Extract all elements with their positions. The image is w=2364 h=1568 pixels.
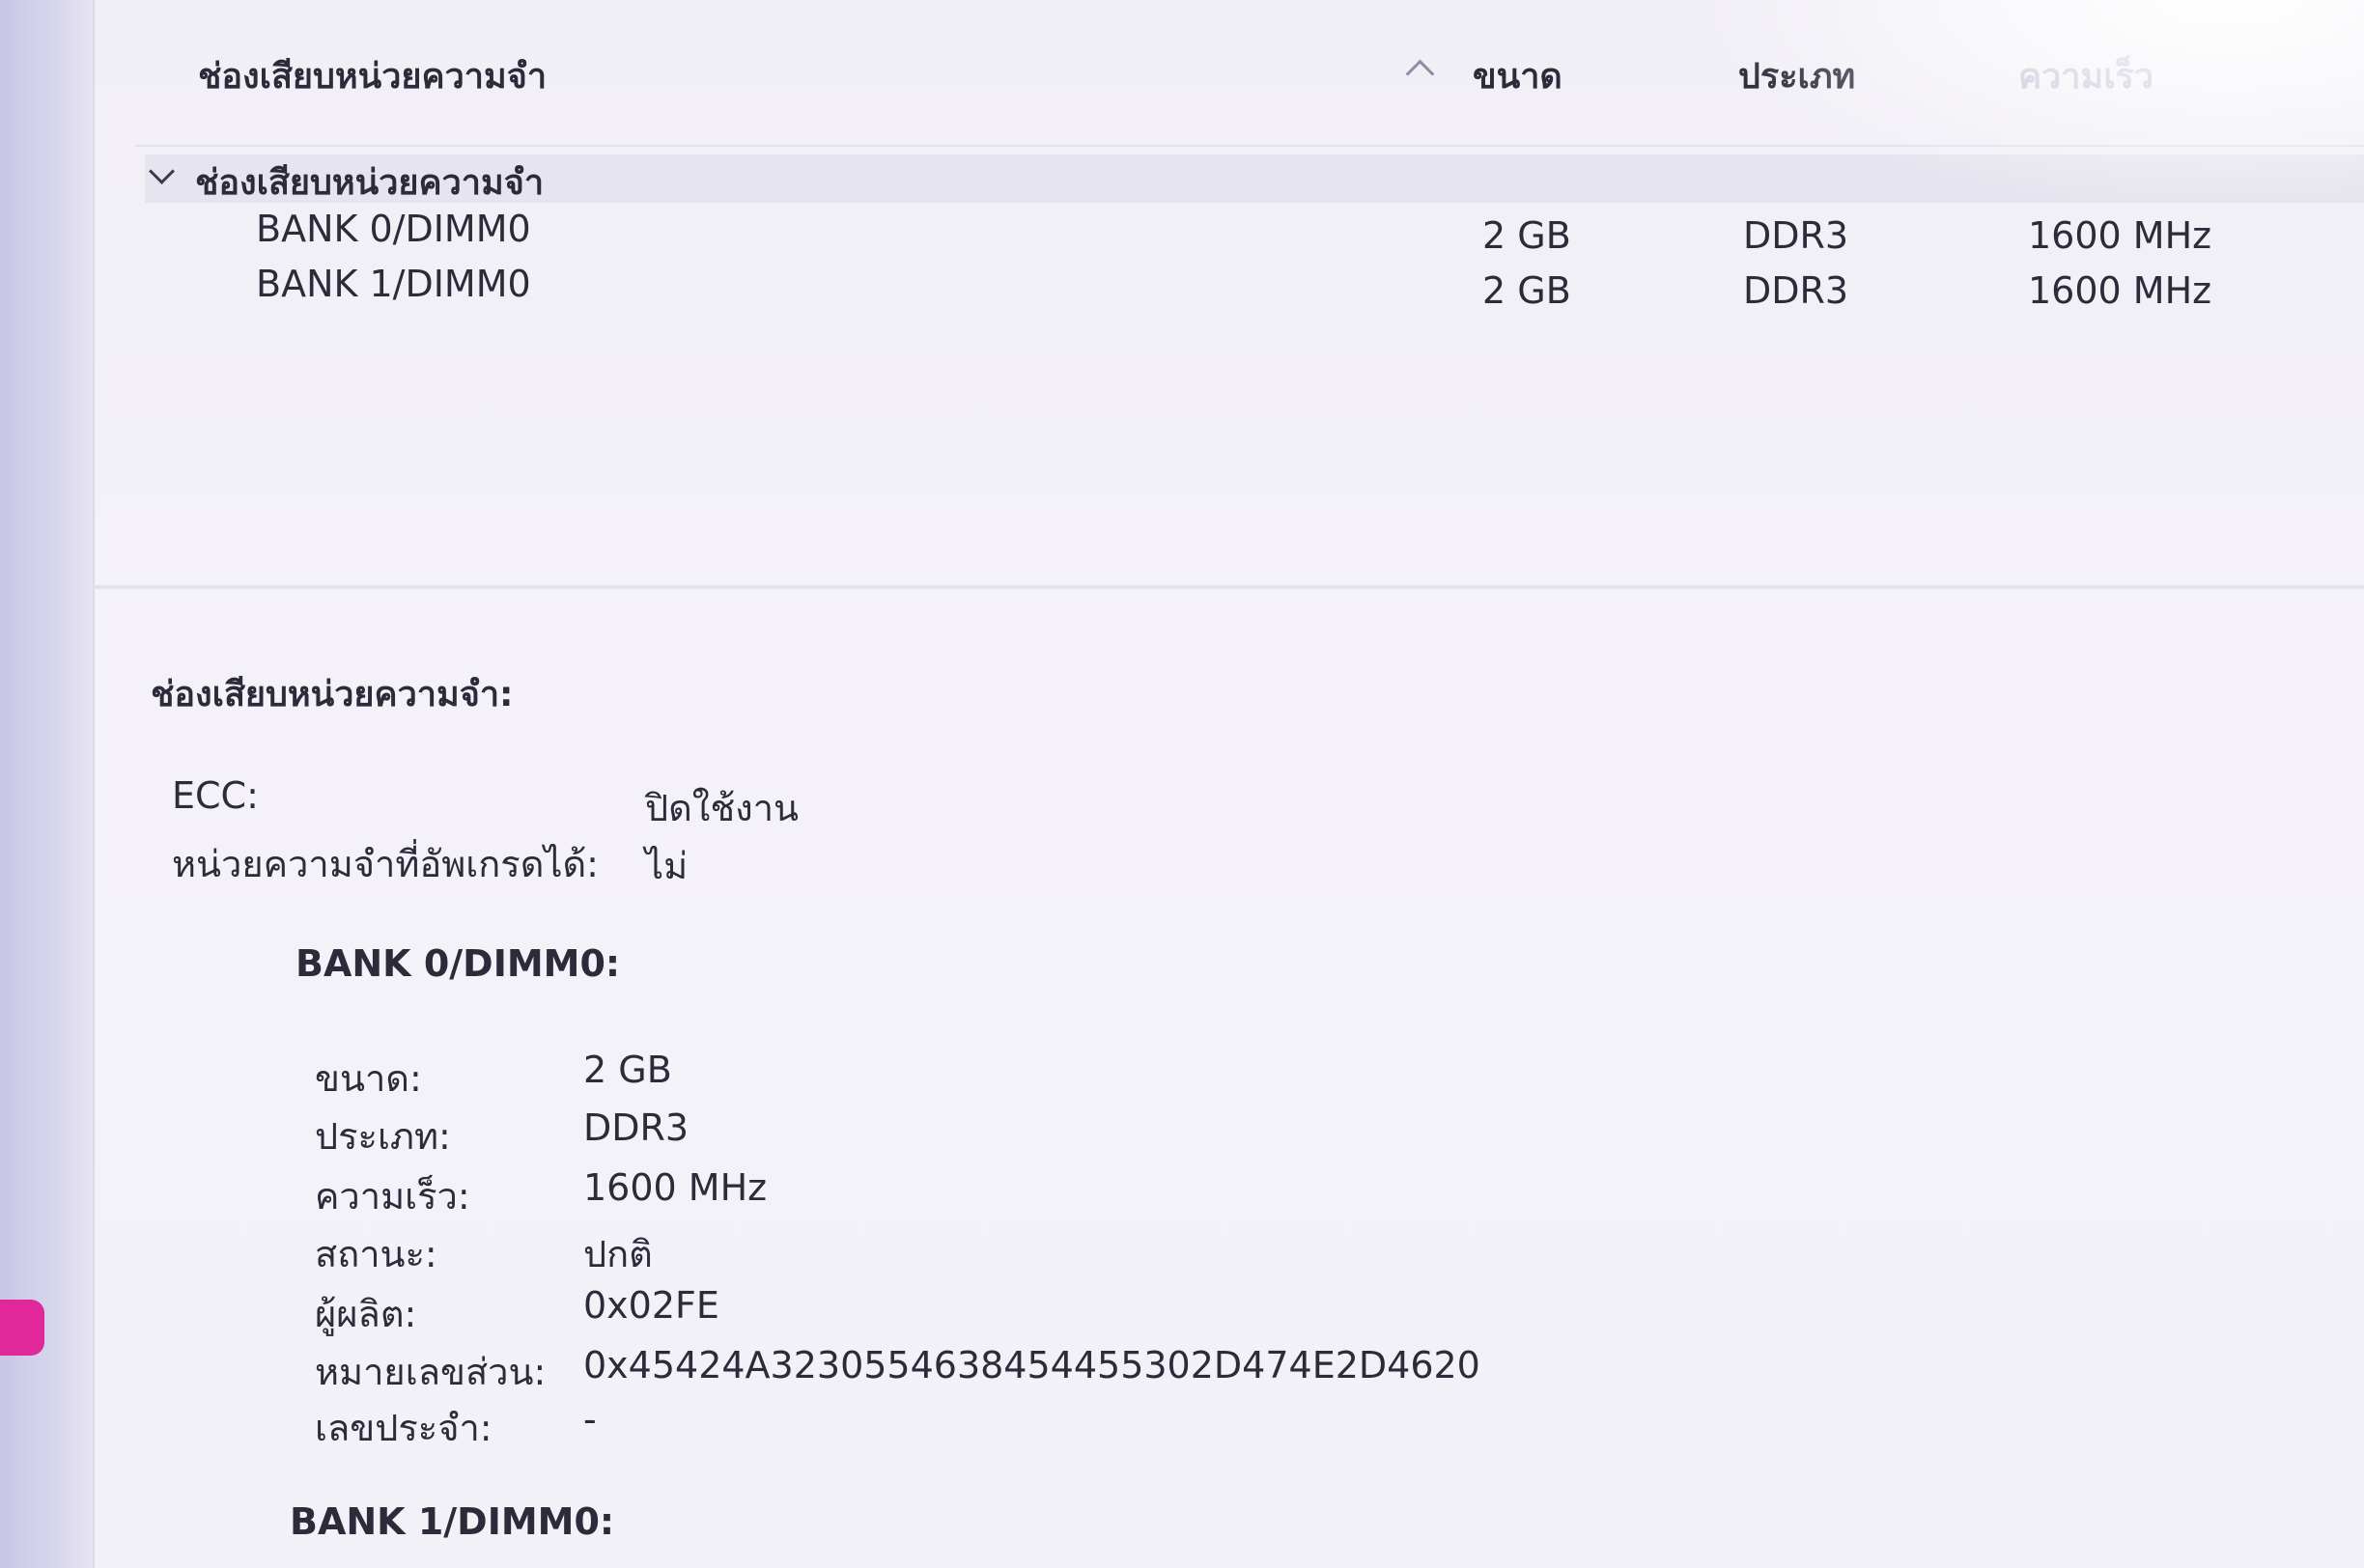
column-header-size[interactable]: ขนาด — [1473, 48, 1562, 103]
bank-0-type-label: ประเภท: — [315, 1115, 451, 1158]
memory-slot-list[interactable]: ช่องเสียบหน่วยความจำ ขนาด ประเภท ความเร็… — [135, 0, 2364, 589]
row-name: BANK 1/DIMM0 — [256, 263, 531, 305]
column-header-type[interactable]: ประเภท — [1738, 48, 1855, 103]
list-group-label: ช่องเสียบหน่วยความจำ — [195, 163, 545, 203]
bank-0-size-label: ขนาด: — [315, 1057, 422, 1100]
row-type: DDR3 — [1743, 214, 1849, 257]
sort-ascending-icon — [1405, 59, 1435, 89]
row-type: DDR3 — [1743, 269, 1849, 312]
upgradeable-label: หน่วยความจำที่อัพเกรดได้: — [172, 843, 599, 885]
ecc-value: ปิดใช้งาน — [645, 787, 800, 829]
system-info-window: ช่องเสียบหน่วยความจำ ขนาด ประเภท ความเร็… — [0, 0, 2364, 1568]
bank-0-serial-value: - — [583, 1398, 597, 1441]
row-speed: 1600 MHz — [2028, 214, 2212, 257]
bank-0-size-value: 2 GB — [583, 1049, 672, 1091]
bank-0-speed-label: ความเร็ว: — [315, 1175, 470, 1218]
row-size: 2 GB — [1482, 214, 1571, 257]
pane-divider[interactable] — [93, 585, 2364, 589]
memory-detail-pane: ช่องเสียบหน่วยความจำ: ECC: ปิดใช้งาน หน่… — [93, 591, 2364, 1568]
header-divider — [135, 145, 2364, 147]
sidebar-selection-indicator — [0, 1300, 44, 1356]
row-name: BANK 0/DIMM0 — [256, 208, 531, 250]
bank-0-part-number-value: 0x45424A3230554638454455302D474E2D4620 — [583, 1344, 1480, 1386]
column-header-name[interactable]: ช่องเสียบหน่วยความจำ — [198, 48, 547, 103]
bank-0-part-number-label: หมายเลขส่วน: — [315, 1351, 547, 1393]
bank-0-type-value: DDR3 — [583, 1106, 690, 1149]
detail-section-title: ช่องเสียบหน่วยความจำ: — [151, 675, 514, 714]
bank-0-manufacturer-label: ผู้ผลิต: — [315, 1293, 417, 1335]
bank-0-serial-label: เลขประจำ: — [315, 1407, 492, 1449]
row-speed: 1600 MHz — [2028, 269, 2212, 312]
bank-0-title: BANK 0/DIMM0: — [296, 942, 621, 985]
ecc-label: ECC: — [172, 774, 259, 817]
bank-0-speed-value: 1600 MHz — [583, 1166, 768, 1209]
bank-0-status-value: ปกติ — [583, 1233, 653, 1275]
column-header-speed[interactable]: ความเร็ว — [2018, 48, 2153, 103]
bank-1-title: BANK 1/DIMM0: — [290, 1500, 615, 1543]
bank-0-status-label: สถานะ: — [315, 1233, 437, 1275]
bank-0-manufacturer-value: 0x02FE — [583, 1284, 719, 1327]
upgradeable-value: ไม่ — [645, 845, 689, 887]
row-size: 2 GB — [1482, 269, 1571, 312]
